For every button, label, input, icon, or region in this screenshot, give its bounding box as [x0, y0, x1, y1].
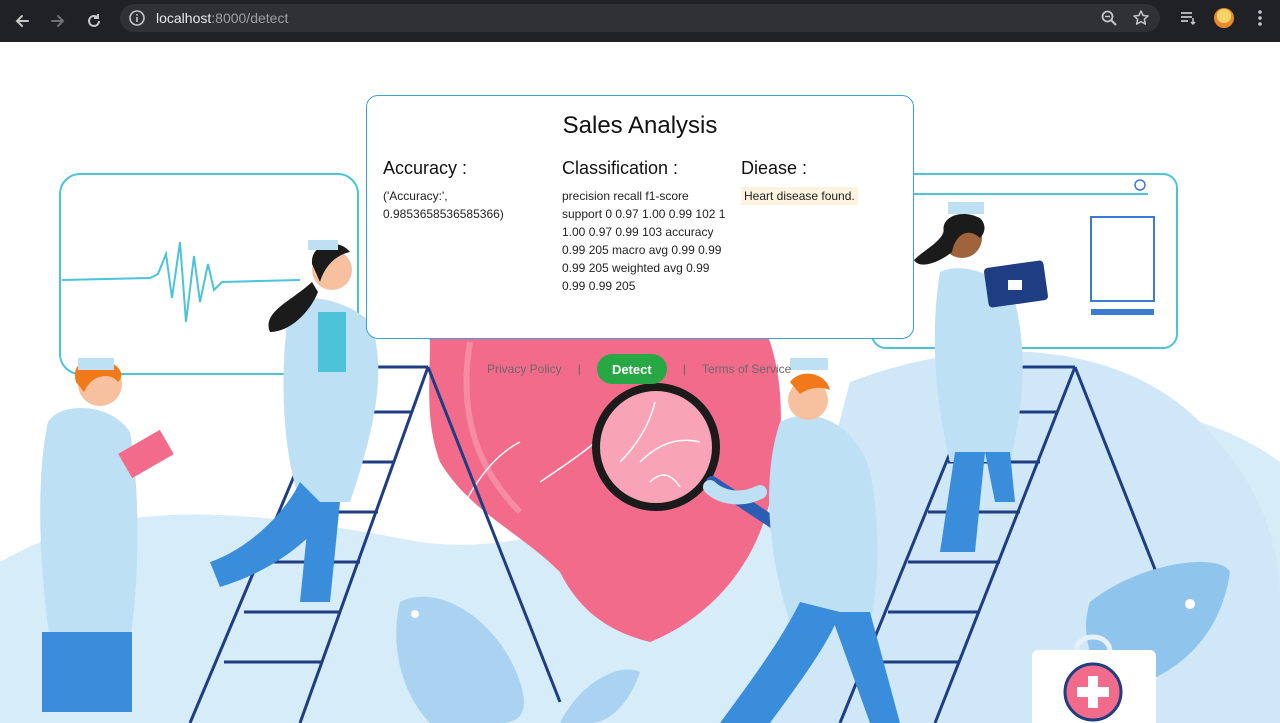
disease-heading: Diease :: [741, 158, 808, 178]
site-info-icon[interactable]: [128, 9, 146, 27]
reading-list-icon[interactable]: [1178, 8, 1198, 28]
result-card: Sales Analysis Accuracy : ('Accuracy:', …: [366, 95, 914, 339]
forward-arrow-icon[interactable]: [40, 3, 76, 39]
classification-report: precision recall f1-score support 0 0.97…: [562, 189, 726, 293]
detect-button[interactable]: Detect: [596, 354, 667, 384]
classification-heading: Classification :: [562, 158, 679, 178]
accuracy-heading: Accuracy :: [383, 158, 468, 178]
page-title: Sales Analysis: [562, 112, 718, 139]
footer-nav: Privacy Policy | Detect | Terms of Servi…: [487, 354, 791, 384]
terms-of-service-link[interactable]: Terms of Service: [702, 362, 791, 376]
menu-kebab-icon[interactable]: [1250, 8, 1270, 28]
reload-icon[interactable]: [76, 3, 112, 39]
page-content: Sales Analysis Accuracy : ('Accuracy:', …: [0, 42, 1280, 723]
disease-section: Diease : Heart disease found.: [741, 158, 901, 205]
zoom-icon[interactable]: [1100, 9, 1118, 27]
separator: |: [577, 362, 581, 376]
url-text: localhost:8000/detect: [156, 10, 289, 26]
star-icon[interactable]: [1132, 9, 1150, 27]
accuracy-section: Accuracy : ('Accuracy:', 0.9853658536585…: [383, 158, 543, 223]
profile-avatar[interactable]: [1214, 8, 1234, 28]
address-bar[interactable]: localhost:8000/detect: [120, 4, 1160, 32]
accuracy-value: ('Accuracy:', 0.9853658536585366): [383, 189, 504, 221]
privacy-policy-link[interactable]: Privacy Policy: [487, 362, 562, 376]
browser-toolbar: localhost:8000/detect: [0, 0, 1280, 42]
separator: |: [682, 362, 686, 376]
back-arrow-icon[interactable]: [4, 3, 40, 39]
disease-result-badge: Heart disease found.: [741, 187, 858, 205]
classification-section: Classification : precision recall f1-sco…: [562, 158, 727, 295]
